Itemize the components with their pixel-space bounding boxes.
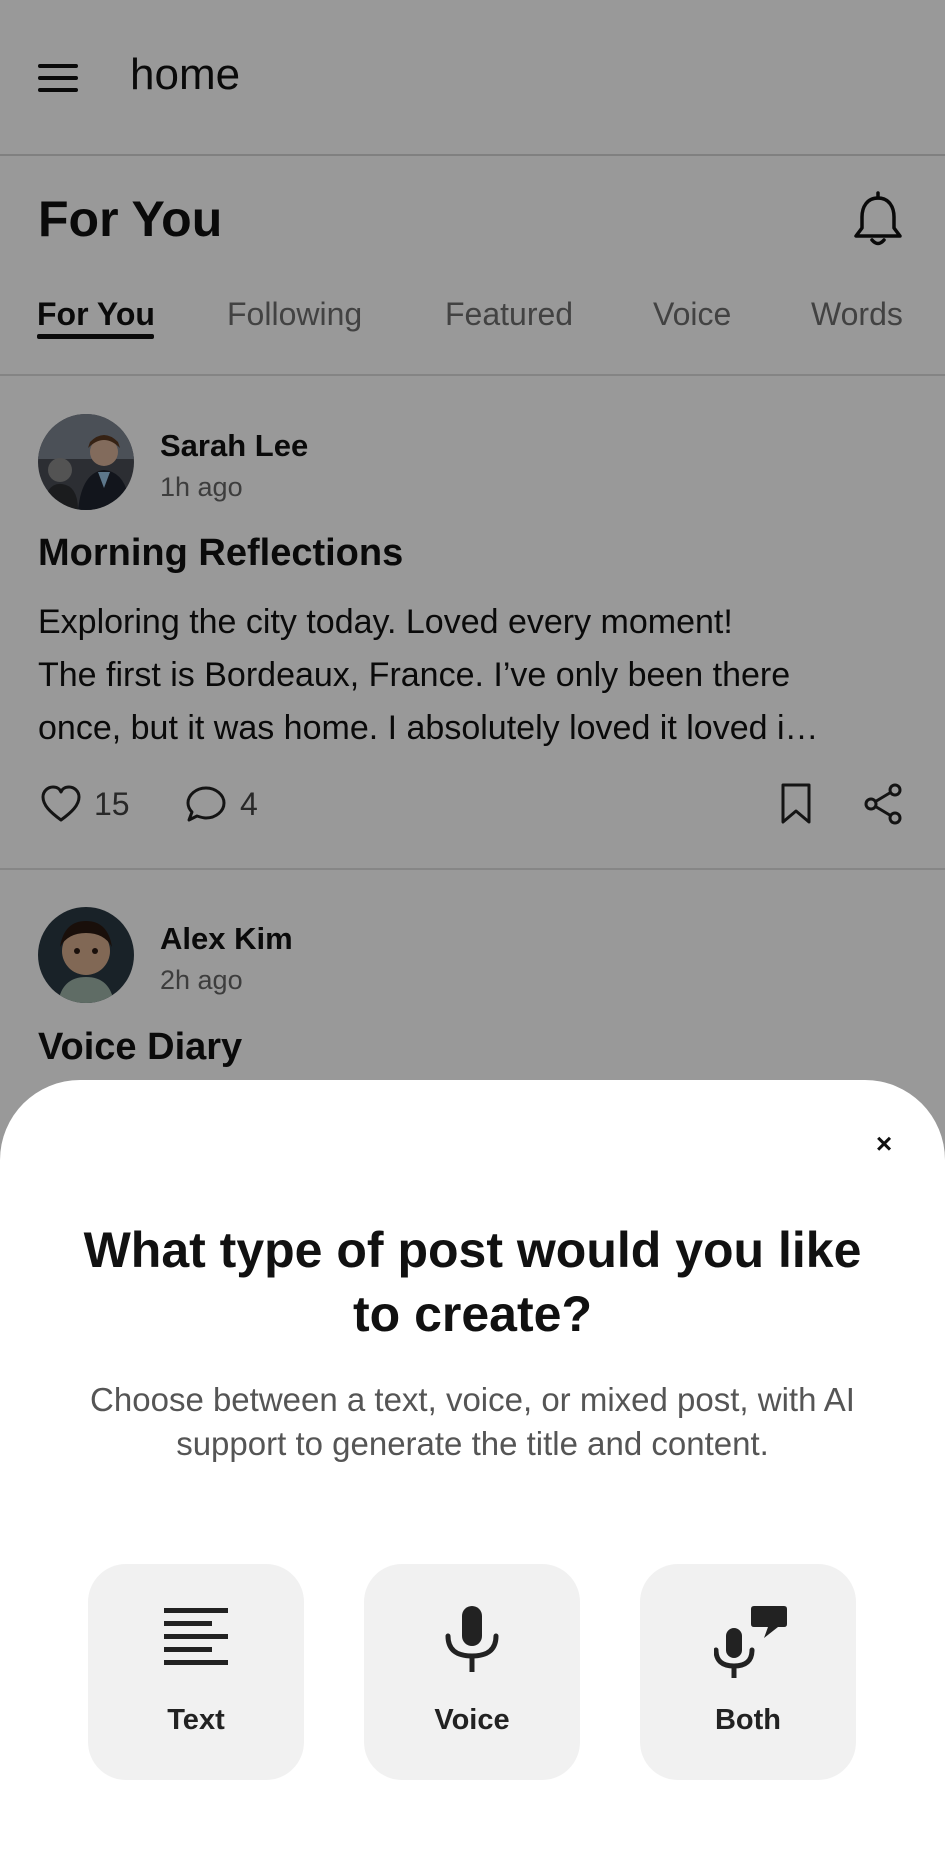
- voice-post-option[interactable]: Voice: [364, 1564, 580, 1780]
- create-post-sheet: × What type of post would you like to cr…: [0, 1080, 945, 1864]
- text-lines-icon: [164, 1608, 228, 1665]
- sheet-subtitle: Choose between a text, voice, or mixed p…: [90, 1381, 855, 1462]
- microphone-icon: [445, 1606, 499, 1672]
- both-post-option[interactable]: Both: [640, 1564, 856, 1780]
- close-button[interactable]: ×: [866, 1126, 902, 1162]
- mic-with-speech-bubble-icon: [714, 1606, 787, 1678]
- option-label: Text: [167, 1704, 225, 1736]
- sheet-title: What type of post would you like to crea…: [83, 1222, 862, 1342]
- option-label: Voice: [434, 1704, 510, 1736]
- option-label: Both: [714, 1704, 782, 1736]
- text-post-option[interactable]: Text: [88, 1564, 304, 1780]
